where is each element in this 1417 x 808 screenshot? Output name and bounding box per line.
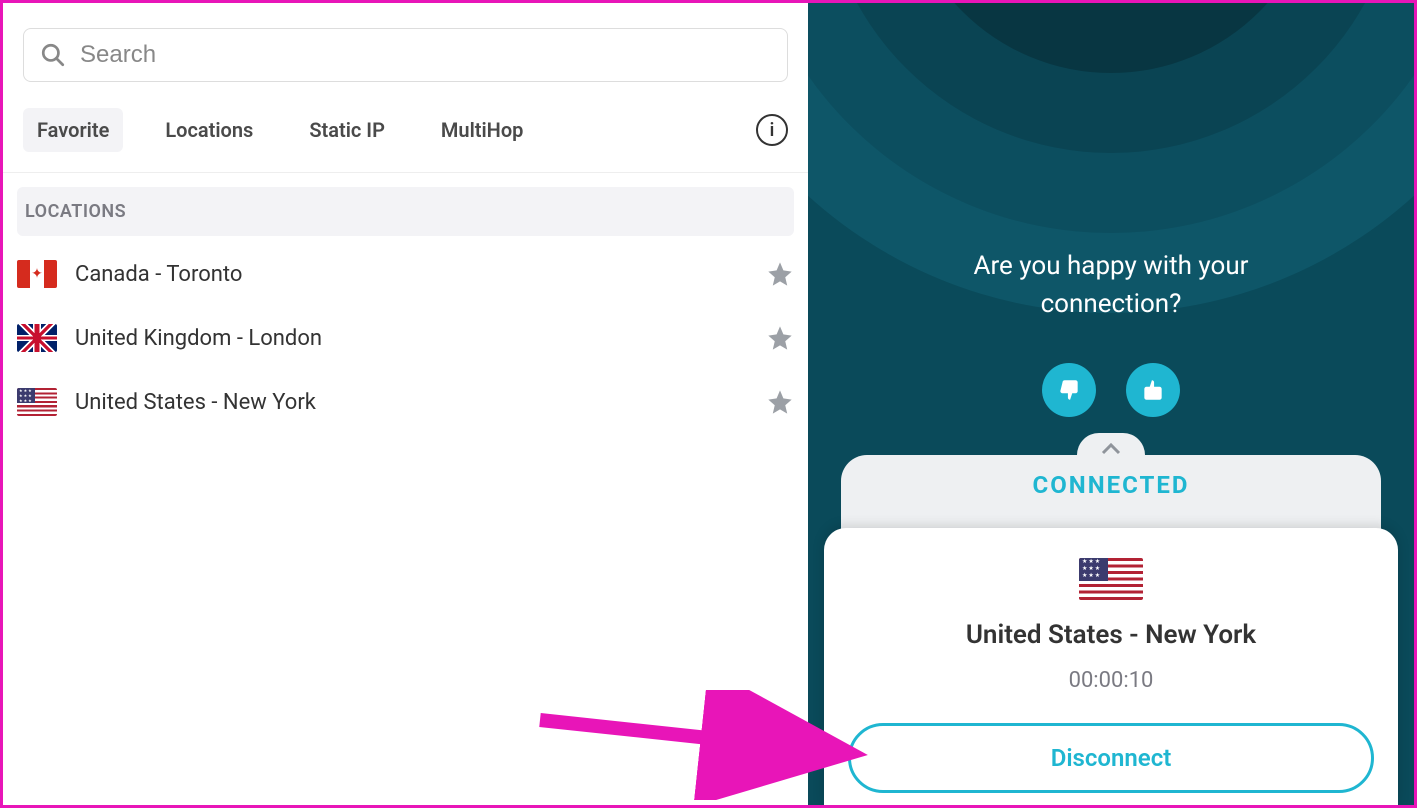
tab-favorite[interactable]: Favorite [23,108,123,152]
chevron-up-icon[interactable] [1099,439,1123,461]
thumbs-down-icon [1056,377,1082,403]
tab-locations[interactable]: Locations [151,108,267,152]
list-item[interactable]: United States - New York [3,370,808,434]
info-icon[interactable]: i [756,114,788,146]
tab-static-ip[interactable]: Static IP [295,108,399,152]
search-icon [40,42,66,68]
star-icon[interactable] [766,260,794,288]
feedback-text-line2: connection? [1041,289,1182,319]
connected-location: United States - New York [966,620,1256,650]
location-label: United States - New York [75,390,316,415]
list-item[interactable]: ✦ Canada - Toronto [3,242,808,306]
disconnect-button[interactable]: Disconnect [848,723,1374,793]
tabs-row: Favorite Locations Static IP MultiHop i [3,92,808,173]
thumbs-down-button[interactable] [1042,363,1096,417]
flag-uk-icon [17,324,57,352]
flag-canada-icon: ✦ [17,260,57,288]
star-icon[interactable] [766,324,794,352]
connected-flag-icon [1079,558,1143,600]
flag-us-icon [17,388,57,416]
location-label: United Kingdom - London [75,326,322,351]
status-label: CONNECTED [841,471,1381,499]
search-input[interactable] [80,41,771,69]
search-box[interactable] [23,28,788,82]
connection-card: United States - New York 00:00:10 Discon… [824,528,1398,805]
section-header-locations: LOCATIONS [17,187,794,236]
feedback-text-line1: Are you happy with your [974,251,1249,281]
thumbs-up-icon [1140,377,1166,403]
star-icon[interactable] [766,388,794,416]
location-label: Canada - Toronto [75,262,242,287]
feedback-section: Are you happy with your connection? [974,248,1249,417]
thumbs-up-button[interactable] [1126,363,1180,417]
status-tab[interactable]: CONNECTED [841,455,1381,529]
tab-multihop[interactable]: MultiHop [427,108,538,152]
connection-panel: Are you happy with your connection? CONN… [808,3,1414,805]
locations-panel: Favorite Locations Static IP MultiHop i … [3,3,808,805]
favorite-locations-list: ✦ Canada - Toronto United Kingdom - Lond… [3,236,808,440]
connection-duration: 00:00:10 [1069,668,1154,693]
list-item[interactable]: United Kingdom - London [3,306,808,370]
